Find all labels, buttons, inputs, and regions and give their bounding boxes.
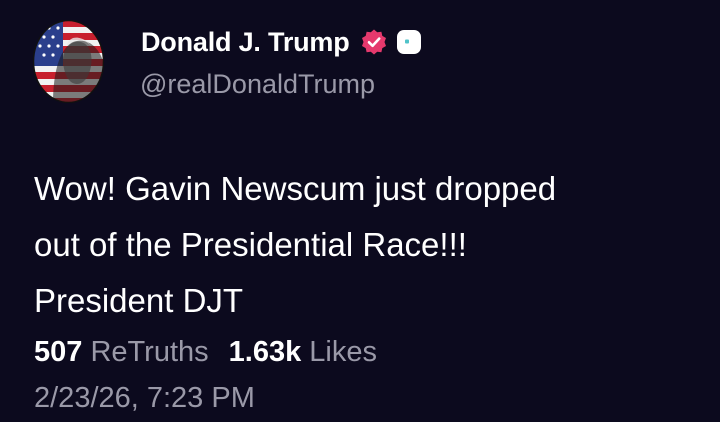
post-text-line: out of the Presidential Race!!!	[34, 226, 467, 263]
affiliation-badge-icon	[395, 28, 423, 56]
likes-count: 1.63k	[228, 336, 302, 368]
likes-label: Likes	[309, 336, 377, 368]
post-text-line: President DJT	[34, 282, 244, 319]
author-name-row: Donald J. Trump	[141, 25, 423, 59]
post-card: Donald J. Trump @realDonaldTrump Wow! Ga…	[0, 0, 720, 422]
author-display-name[interactable]: Donald J. Trump	[141, 27, 350, 58]
post-timestamp[interactable]: 2/23/26, 7:23 PM	[34, 382, 255, 415]
flag-portrait-avatar-icon	[32, 19, 105, 104]
retruths-label: ReTruths	[90, 336, 209, 368]
post-body: Wow! Gavin Newscum just dropped out of t…	[34, 161, 694, 329]
retruths-stat[interactable]: 507 ReTruths	[34, 336, 209, 368]
verified-badge-icon	[360, 28, 388, 56]
author-handle[interactable]: @realDonaldTrump	[140, 69, 375, 100]
post-text-line: Wow! Gavin Newscum just dropped	[34, 170, 557, 207]
likes-stat[interactable]: 1.63k Likes	[229, 336, 377, 368]
retruths-count: 507	[34, 336, 83, 368]
post-stats: 507 ReTruths 1.63k Likes	[34, 336, 377, 369]
author-avatar[interactable]	[32, 19, 105, 104]
